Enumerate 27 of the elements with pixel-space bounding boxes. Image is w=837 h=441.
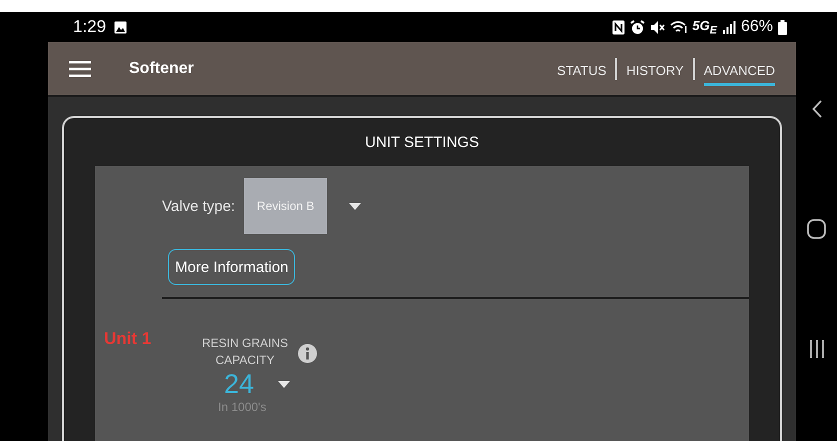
valve-type-label: Valve type:	[162, 198, 236, 214]
alarm-icon	[630, 20, 646, 34]
setting-label: RESIN GRAINS CAPACITY	[200, 335, 289, 369]
wifi-icon	[670, 20, 688, 34]
info-icon[interactable]	[298, 344, 317, 362]
capacity-value[interactable]: 24	[224, 369, 254, 400]
back-icon[interactable]	[812, 100, 822, 118]
card-title: UNIT SETTINGS	[364, 132, 480, 152]
signal-icon	[722, 20, 736, 34]
mute-icon	[650, 20, 666, 34]
nav-tab[interactable]: HISTORY	[626, 59, 684, 86]
caret-icon[interactable]	[349, 202, 362, 210]
nav-tab[interactable]: STATUS	[557, 59, 606, 86]
more-information-button[interactable]: More Information	[168, 249, 296, 285]
recent-apps-icon[interactable]	[808, 340, 824, 358]
caret-icon[interactable]	[278, 381, 290, 388]
battery-level: 66%	[740, 18, 773, 36]
nfc-icon	[612, 20, 626, 34]
image-icon	[114, 20, 128, 34]
nav-tab[interactable]: ADVANCED	[704, 59, 775, 86]
status-time: 1:29	[73, 17, 106, 37]
menu-icon[interactable]	[69, 60, 91, 76]
battery-icon	[778, 20, 787, 34]
unit-label: Unit 1	[104, 329, 152, 350]
home-icon[interactable]	[807, 219, 826, 239]
network-type: 5G$_{E}$	[692, 18, 717, 36]
app-title: Softener	[129, 60, 194, 78]
